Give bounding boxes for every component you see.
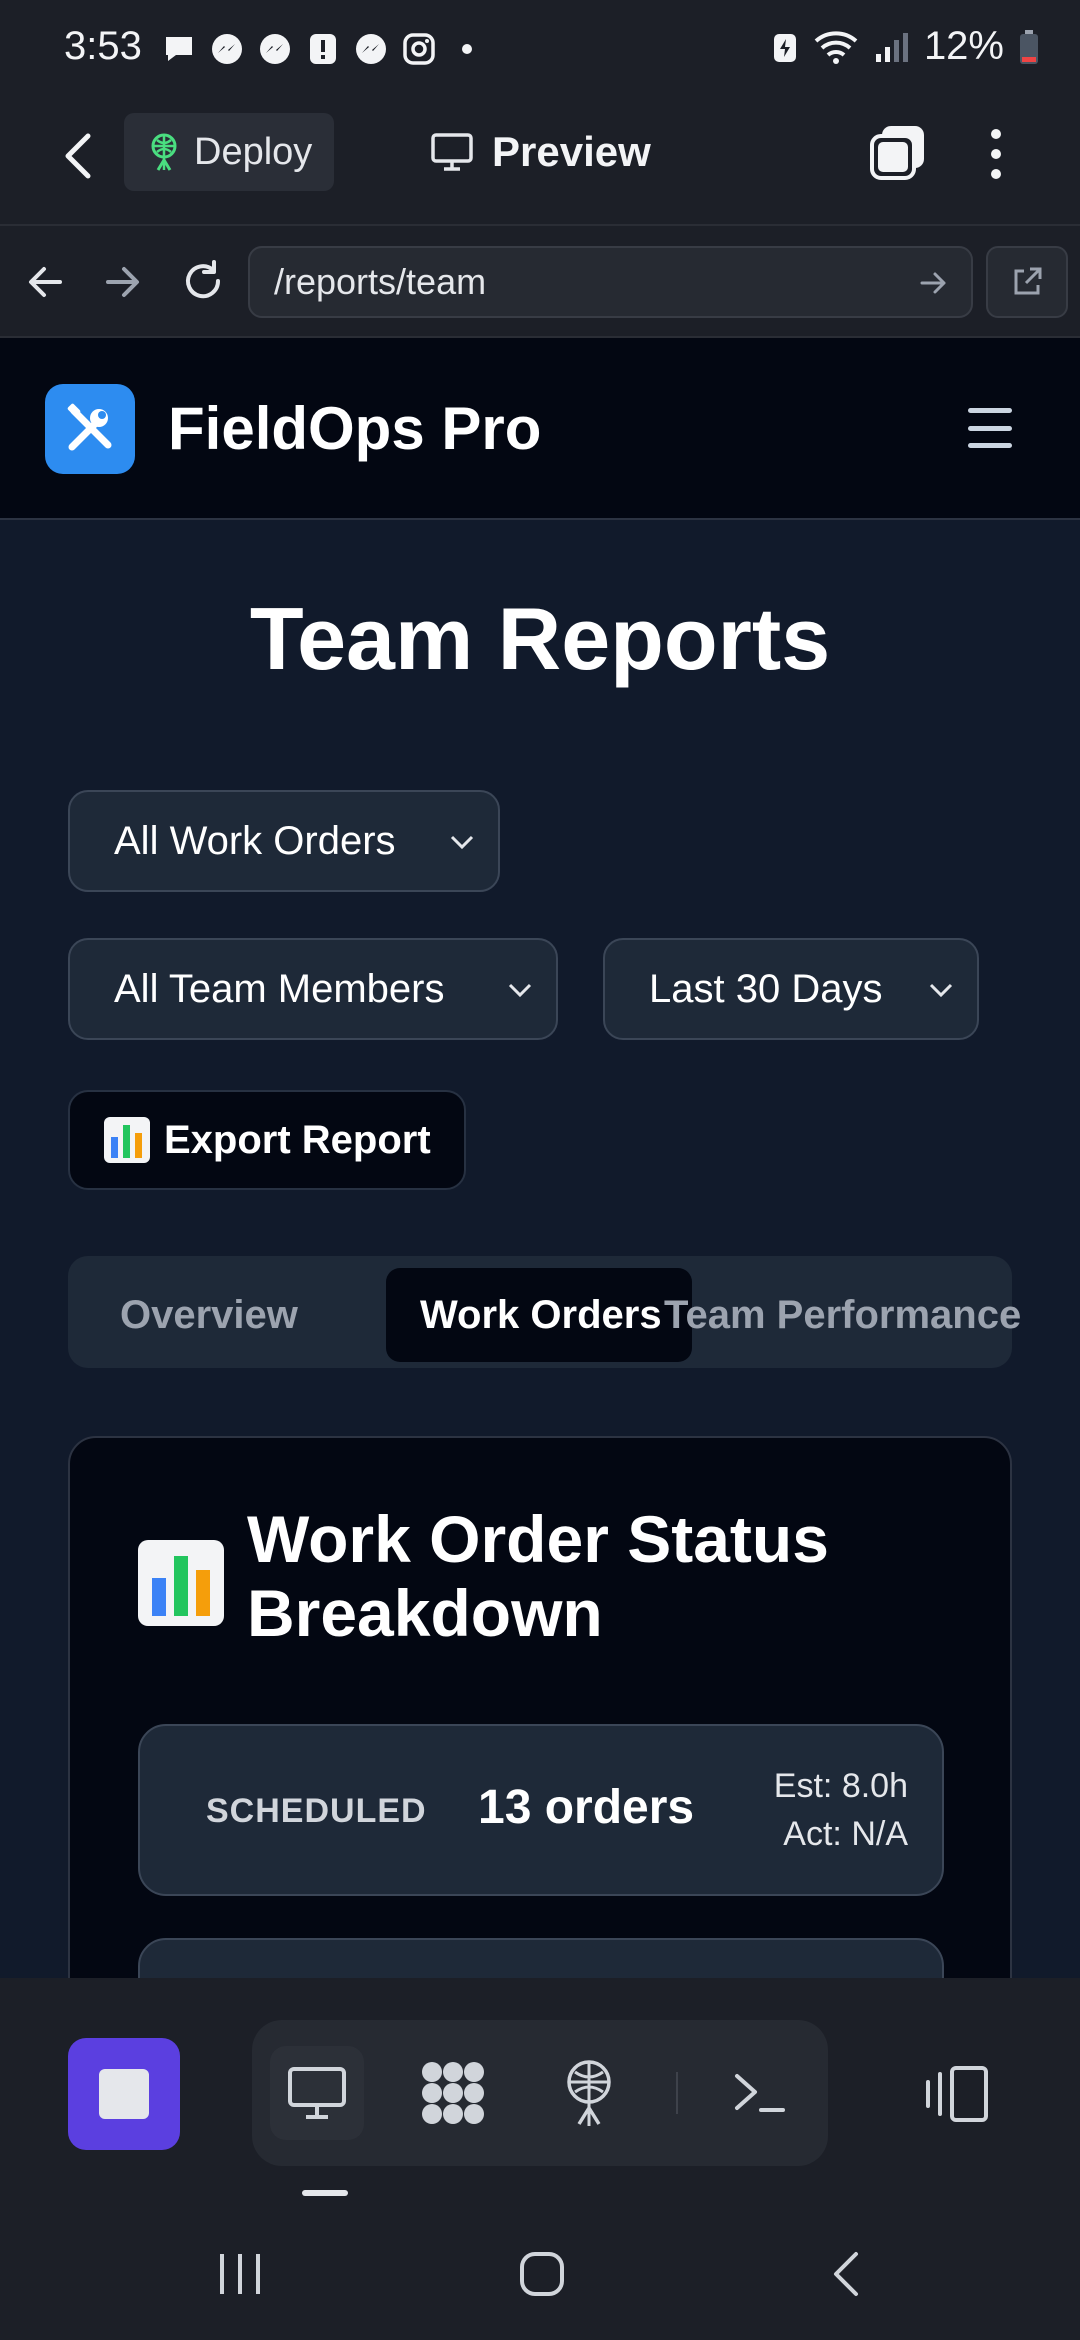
- home-icon[interactable]: [518, 2250, 566, 2303]
- stop-button[interactable]: [68, 2038, 180, 2150]
- wrench-screwdriver-icon[interactable]: [45, 384, 135, 474]
- chevron-down-icon: [929, 983, 953, 998]
- dock-group: [252, 2020, 828, 2166]
- estimated-hours: Est: 8.0h: [773, 1767, 908, 1805]
- tab-team-performance-label: Team Performance: [664, 1293, 1022, 1337]
- tab-work-orders[interactable]: Work Orders: [386, 1268, 692, 1362]
- apps-grid-icon[interactable]: [406, 2046, 500, 2140]
- chat-bubble-icon: [160, 30, 198, 68]
- system-nav-bar: [0, 2202, 1080, 2340]
- work-orders-filter[interactable]: All Work Orders: [68, 790, 500, 892]
- site-header: FieldOps Pro: [0, 338, 1080, 520]
- messenger-icon: [208, 30, 246, 68]
- report-tabs: Overview Work Orders Team Performance: [68, 1256, 1021, 1368]
- actual-hours: Act: N/A: [783, 1815, 908, 1853]
- go-arrow-icon[interactable]: [919, 270, 949, 296]
- wifi-icon: [814, 30, 858, 64]
- dot-icon: [448, 30, 486, 68]
- antenna-icon: [151, 133, 177, 171]
- export-report-button[interactable]: Export Report: [68, 1090, 466, 1190]
- url-text: /reports/team: [274, 261, 487, 302]
- status-time: 3:53: [64, 24, 142, 68]
- preview-tab[interactable]: Preview: [430, 128, 651, 176]
- menu-icon[interactable]: [968, 408, 1012, 448]
- alert-icon: [304, 30, 342, 68]
- url-bar: /reports/team: [0, 224, 1080, 338]
- external-link-icon: [1014, 267, 1042, 295]
- brand-name[interactable]: FieldOps Pro: [168, 394, 541, 463]
- export-report-label: Export Report: [164, 1117, 431, 1162]
- status-row-next[interactable]: [138, 1938, 944, 1978]
- signal-icon: [875, 32, 908, 62]
- battery-saver-icon: [773, 33, 796, 62]
- status-right: 12%: [772, 24, 1040, 69]
- instagram-icon: [400, 30, 438, 68]
- status-hours: Est: 8.0h Act: N/A: [774, 1762, 908, 1858]
- chevron-down-icon: [508, 983, 532, 998]
- date-range-filter-value: Last 30 Days: [649, 967, 883, 1011]
- messenger-icon: [256, 30, 294, 68]
- battery-icon: [1020, 29, 1038, 64]
- tabs-switcher-icon[interactable]: [868, 122, 928, 187]
- monitor-icon: [431, 133, 473, 171]
- deploy-label: Deploy: [194, 130, 313, 173]
- web-preview: FieldOps Pro Team Reports All Work Order…: [0, 338, 1080, 1978]
- url-input[interactable]: /reports/team: [248, 246, 973, 318]
- team-members-filter-value: All Team Members: [114, 967, 445, 1011]
- nav-back-icon[interactable]: [26, 264, 64, 305]
- open-external-button[interactable]: [986, 246, 1068, 318]
- team-members-filter[interactable]: All Team Members: [68, 938, 558, 1040]
- page-title: Team Reports: [249, 589, 831, 688]
- tab-overview[interactable]: Overview: [120, 1268, 298, 1362]
- reload-icon[interactable]: [180, 258, 226, 309]
- nav-forward-icon[interactable]: [104, 264, 142, 305]
- bar-chart-icon: [104, 1117, 150, 1163]
- messenger-icon: [352, 30, 390, 68]
- deploy-button[interactable]: Deploy: [124, 113, 334, 191]
- tab-work-orders-label: Work Orders: [420, 1293, 662, 1337]
- monitor-icon[interactable]: [270, 2046, 364, 2140]
- app-bar: Deploy Preview: [0, 100, 1080, 224]
- status-row-scheduled[interactable]: SCHEDULED 13 orders Est: 8.0h Act: N/A: [138, 1724, 944, 1896]
- bottom-dock: [0, 1978, 1080, 2202]
- preview-label: Preview: [492, 128, 651, 175]
- date-range-filter[interactable]: Last 30 Days: [603, 938, 979, 1040]
- chevron-down-icon: [450, 835, 474, 850]
- card-title: Work Order Status Breakdown: [247, 1502, 829, 1650]
- status-bar: 3:53 12%: [0, 0, 1080, 100]
- notification-icons: [160, 30, 486, 68]
- tab-overview-label: Overview: [120, 1293, 298, 1337]
- status-label: SCHEDULED: [206, 1792, 427, 1830]
- work-orders-filter-value: All Work Orders: [114, 819, 396, 863]
- terminal-icon[interactable]: [712, 2046, 806, 2140]
- tab-team-performance[interactable]: Team Performance: [664, 1268, 1021, 1362]
- battery-percent: 12%: [923, 24, 1004, 68]
- more-options-icon[interactable]: [984, 126, 1008, 187]
- bar-chart-icon: [138, 1540, 224, 1626]
- back-icon[interactable]: [58, 130, 98, 187]
- system-back-icon[interactable]: [830, 2250, 860, 2303]
- stop-icon: [99, 2069, 149, 2119]
- status-count: 13 orders: [478, 1781, 695, 1834]
- status-breakdown-card: Work Order Status Breakdown SCHEDULED 13…: [68, 1436, 1012, 1978]
- device-layout-icon[interactable]: [922, 2064, 990, 2129]
- dock-separator: [676, 2072, 678, 2114]
- active-indicator: [302, 2190, 348, 2196]
- deploy-antenna-icon[interactable]: [542, 2046, 636, 2140]
- recents-icon[interactable]: [216, 2252, 264, 2301]
